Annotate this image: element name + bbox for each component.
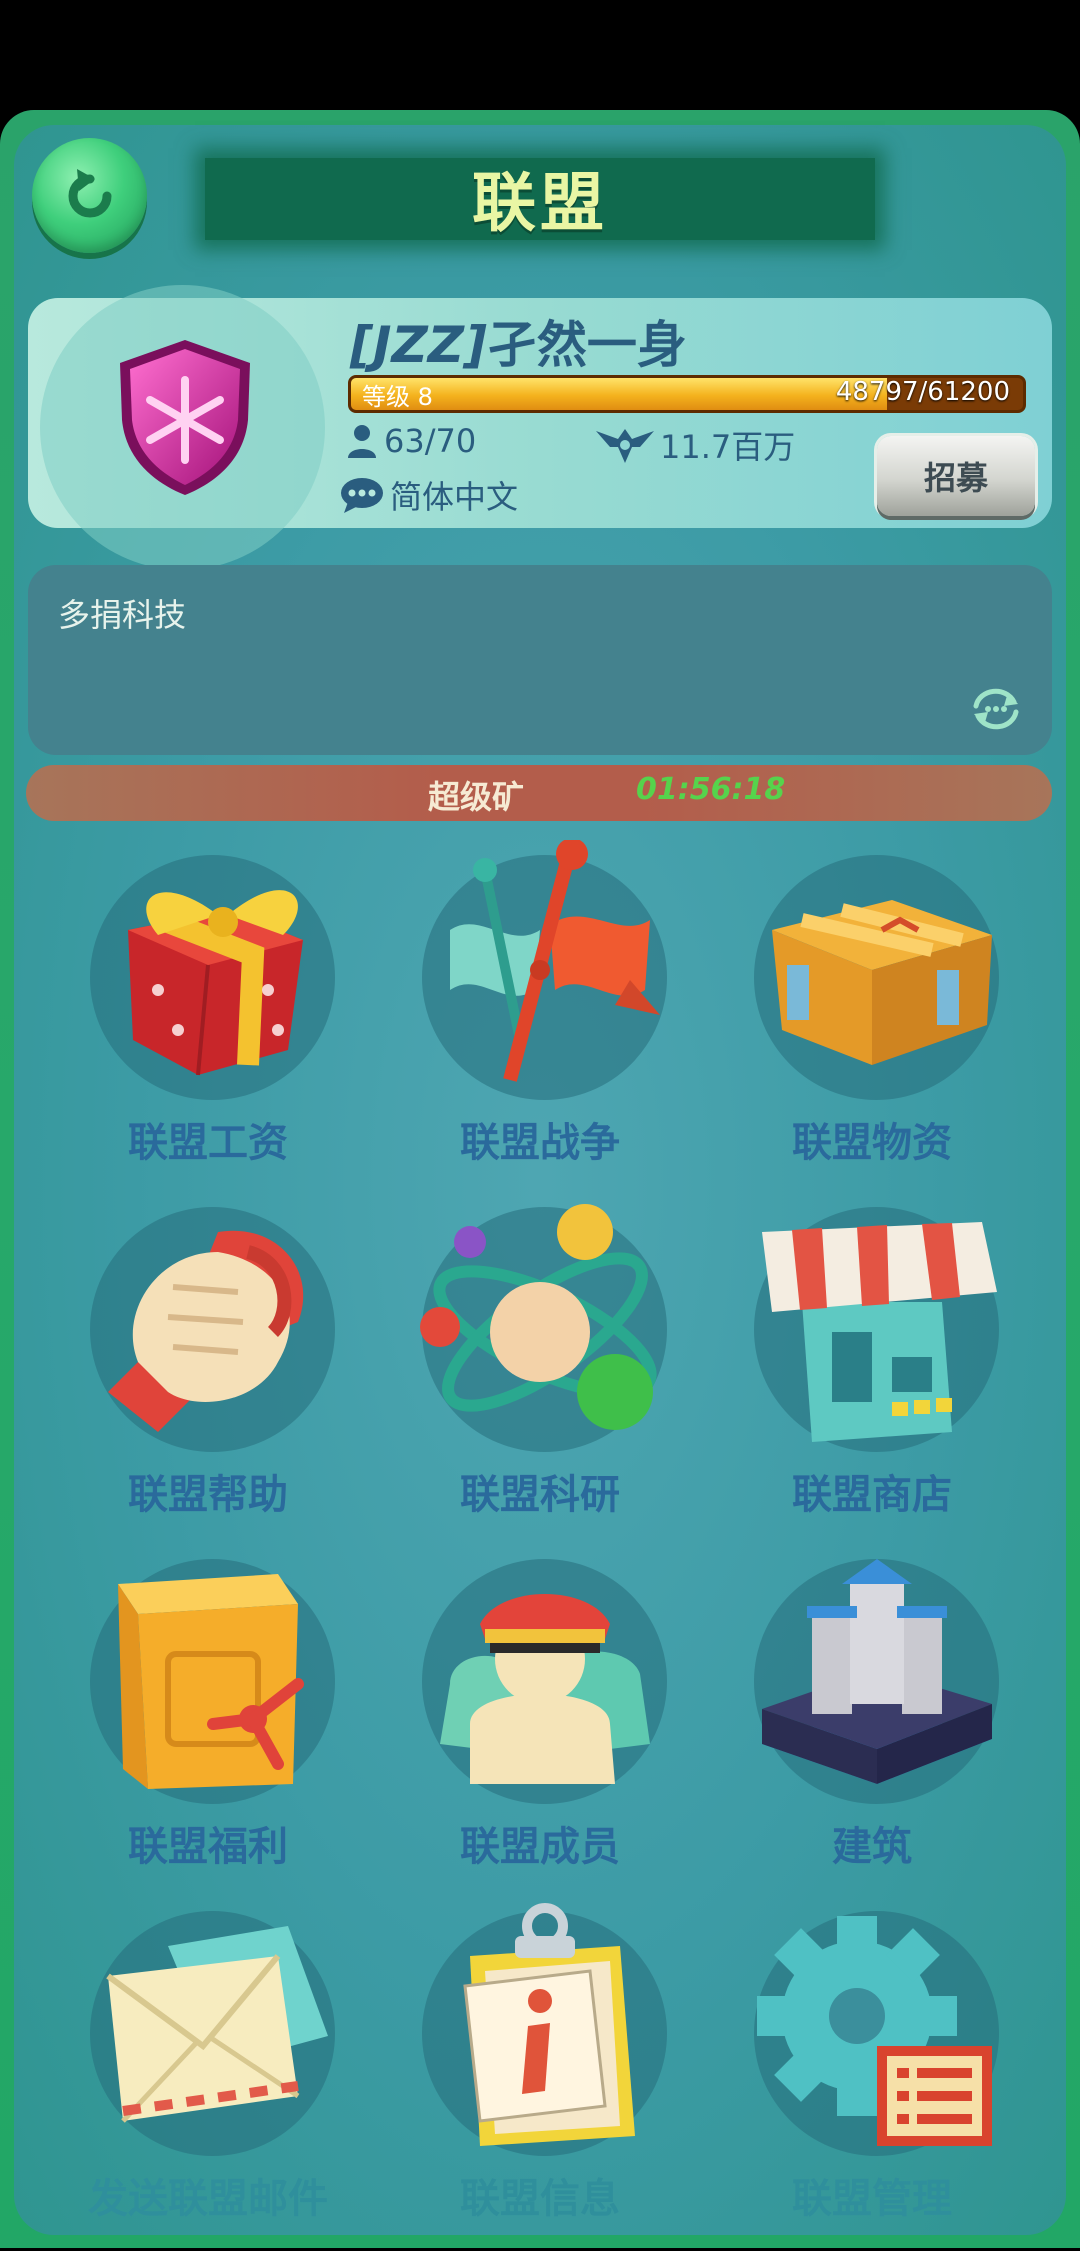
menu-label: 联盟信息 <box>460 2176 620 2222</box>
alliance-power-value: 11.7百万 <box>660 428 796 466</box>
menu-alliance-war[interactable]: 联盟战争 <box>390 840 690 1195</box>
menu-label: 联盟帮助 <box>128 1472 288 1518</box>
event-banner[interactable] <box>26 765 1052 821</box>
event-label: 超级矿 <box>428 778 525 816</box>
member-count: 63/70 <box>346 422 476 460</box>
menu-label: 联盟商店 <box>792 1472 952 1518</box>
alliance-name-text: 孑然一身 <box>486 316 687 374</box>
level-progress-text: 48797/61200 <box>835 377 1010 407</box>
menu-label: 联盟物资 <box>792 1120 952 1166</box>
back-arrow-icon <box>68 168 111 217</box>
chat-bubble-icon <box>341 478 383 513</box>
menu-alliance-research[interactable]: 联盟科研 <box>390 1204 690 1547</box>
alliance-badge-icon[interactable] <box>110 335 260 500</box>
menu-send-alliance-mail[interactable]: 发送联盟邮件 <box>58 1911 358 2251</box>
menu-alliance-management[interactable]: 联盟管理 <box>722 1911 1022 2251</box>
menu-alliance-help[interactable]: 联盟帮助 <box>58 1207 358 1547</box>
menu-label: 发送联盟邮件 <box>88 2176 328 2222</box>
back-button[interactable] <box>32 138 147 253</box>
alliance-language-value: 简体中文 <box>390 478 519 516</box>
safe-icon <box>118 1574 304 1789</box>
alliance-power: 11.7百万 <box>596 422 795 468</box>
status-bar <box>0 0 1080 110</box>
atom-icon <box>420 1204 657 1430</box>
menu-label: 联盟福利 <box>128 1824 288 1870</box>
menu-label: 联盟成员 <box>460 1824 620 1870</box>
member-count-value: 63/70 <box>384 422 477 460</box>
level-label: 等级 8 <box>362 383 433 411</box>
announcement-text: 多捐科技 <box>58 596 187 634</box>
menu-alliance-benefits[interactable]: 联盟福利 <box>58 1559 358 1899</box>
person-icon <box>348 425 376 458</box>
menu-alliance-supplies[interactable]: 联盟物资 <box>722 855 1022 1195</box>
castle-icon <box>762 1559 992 1784</box>
alliance-language: 简体中文 <box>340 472 518 518</box>
members-icon <box>440 1594 650 1784</box>
menu-alliance-members[interactable]: 联盟成员 <box>390 1559 690 1899</box>
menu-label: 联盟科研 <box>460 1472 620 1518</box>
menu-alliance-shop[interactable]: 联盟商店 <box>722 1207 1022 1547</box>
gift-icon <box>128 890 303 1076</box>
shop-icon <box>762 1222 997 1442</box>
info-clipboard-icon <box>463 1903 635 2146</box>
handshake-icon <box>108 1230 304 1432</box>
alliance-name: [JZZ]孑然一身 <box>350 305 687 377</box>
menu-label: 联盟战争 <box>460 1120 620 1166</box>
crate-icon <box>772 900 992 1065</box>
menu-label: 建筑 <box>832 1824 912 1870</box>
gear-icon <box>757 1916 992 2146</box>
page-title: 联盟 <box>472 167 608 241</box>
flag-icon <box>450 840 660 1082</box>
recruit-button[interactable]: 招募 <box>877 436 1035 516</box>
event-timer: 01:56:18 <box>636 772 786 807</box>
menu-alliance-salary[interactable]: 联盟工资 <box>58 855 358 1195</box>
alliance-tag: [JZZ] <box>350 316 487 374</box>
translate-refresh-icon[interactable] <box>968 684 1024 734</box>
menu-buildings[interactable]: 建筑 <box>722 1559 1022 1899</box>
eagle-power-icon <box>596 429 654 463</box>
mail-icon <box>106 1926 328 2123</box>
menu-label: 联盟管理 <box>792 2176 952 2222</box>
menu-label: 联盟工资 <box>128 1120 288 1166</box>
menu-alliance-info[interactable]: 联盟信息 <box>390 1903 690 2251</box>
